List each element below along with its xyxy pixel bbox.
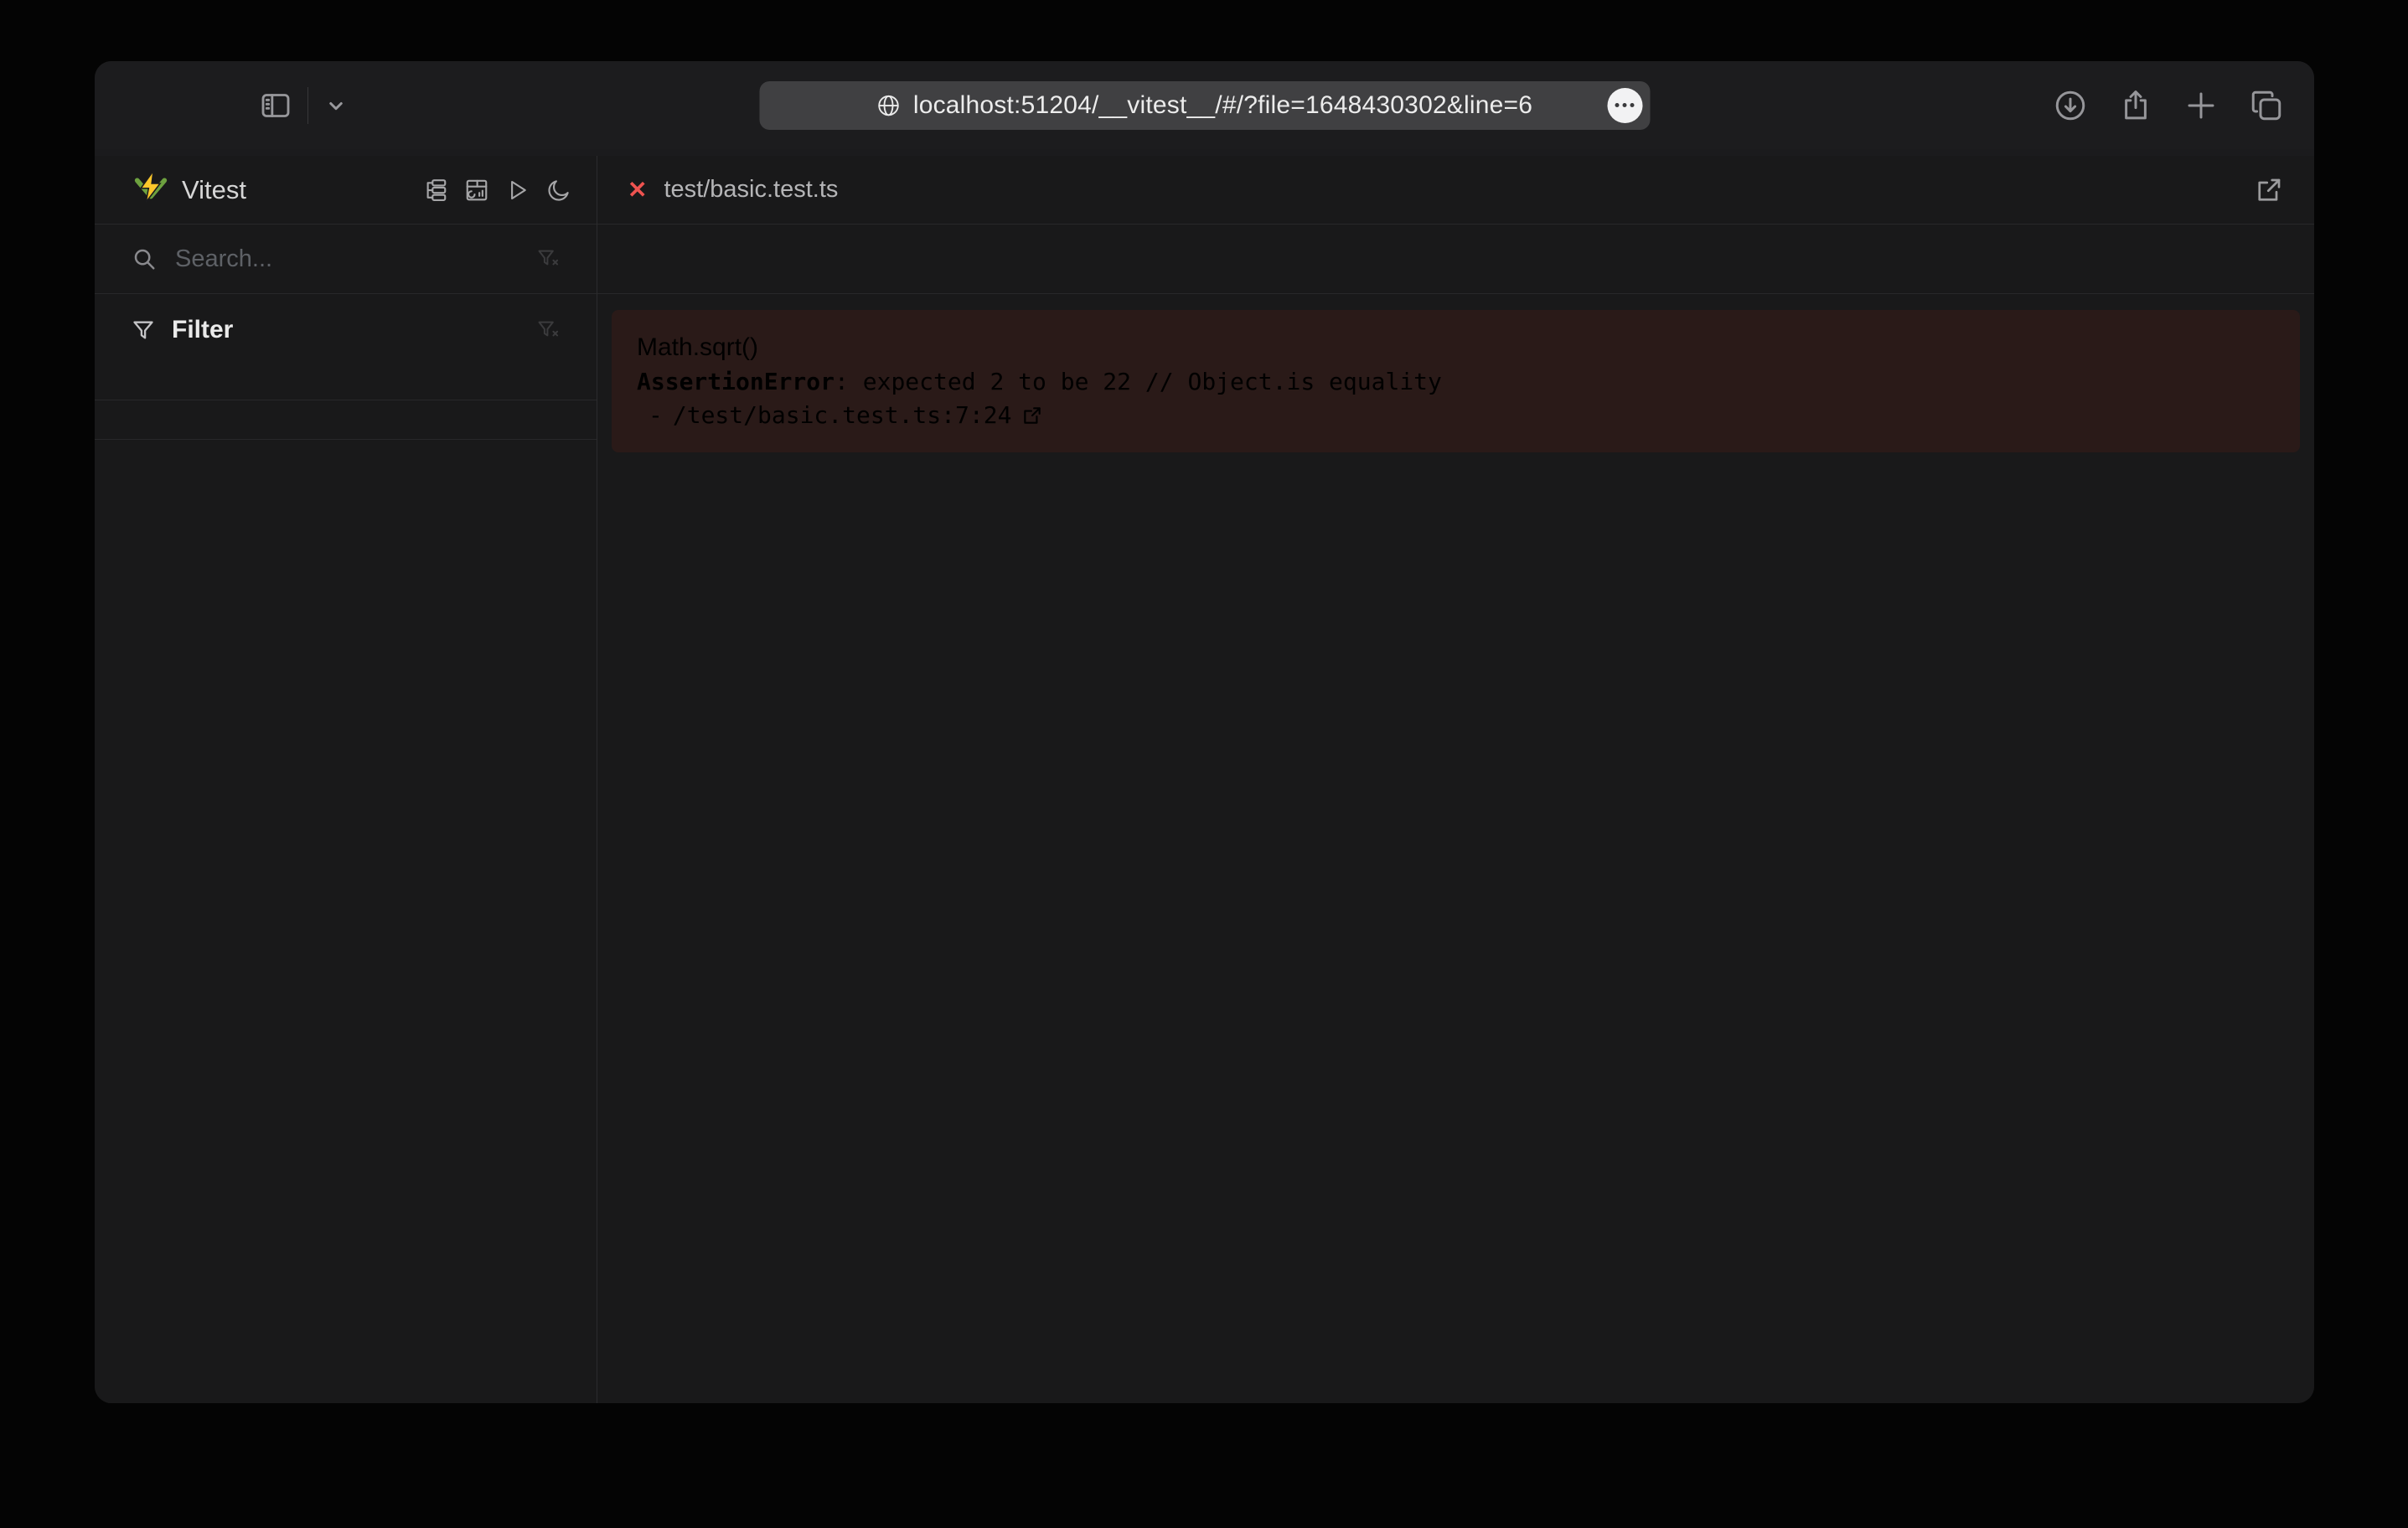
zoom-window-button[interactable] [214, 96, 234, 116]
new-tab-icon[interactable] [2183, 88, 2219, 123]
error-name: AssertionError [637, 368, 835, 395]
url-bar[interactable]: localhost:51204/__vitest__/#/?file=16484… [759, 81, 1650, 130]
clear-search-filter-icon[interactable] [536, 247, 560, 271]
sidebar: Vitest [95, 156, 597, 1403]
view-tabs [597, 225, 2314, 294]
error-message: expected 2 to be 22 // Object.is equalit… [863, 368, 1442, 395]
downloads-icon[interactable] [2053, 88, 2088, 123]
toolbar-chevron-down-icon[interactable] [323, 93, 349, 118]
stack-link-line[interactable]: - /test/basic.test.ts:7:24 [637, 399, 2275, 432]
error-panel: Math.sqrt() AssertionError: expected 2 t… [612, 310, 2300, 452]
dark-mode-toggle-icon[interactable] [546, 178, 571, 203]
search-input[interactable] [175, 245, 518, 273]
open-in-editor-icon[interactable] [2254, 175, 2284, 205]
file-tab-label: test/basic.test.ts [664, 176, 838, 204]
url-text: localhost:51204/__vitest__/#/?file=16484… [913, 91, 1532, 120]
open-file-tab[interactable]: ✕ test/basic.test.ts [597, 156, 2314, 225]
filter-title: Filter [172, 316, 233, 344]
share-icon[interactable] [2118, 88, 2153, 123]
globe-icon [876, 93, 902, 118]
app-title: Vitest [182, 175, 246, 205]
browser-window: localhost:51204/__vitest__/#/?file=16484… [95, 61, 2314, 1403]
toolbar-divider [307, 87, 308, 124]
minimize-window-button[interactable] [171, 96, 191, 116]
tab-overview-icon[interactable] [2249, 88, 2284, 123]
run-all-icon[interactable] [505, 178, 530, 203]
report-view: Math.sqrt() AssertionError: expected 2 t… [597, 294, 2314, 1403]
filter-section: Filter [95, 294, 597, 400]
page-settings-button[interactable] [1607, 88, 1642, 123]
filter-icon [132, 318, 155, 342]
test-tree [95, 440, 597, 1403]
vitest-logo [132, 168, 170, 211]
traffic-lights [128, 61, 234, 149]
close-window-button[interactable] [128, 96, 148, 116]
main-panel: ✕ test/basic.test.ts Math.sqrt() Asserti… [597, 156, 2314, 1403]
stack-file-link[interactable]: /test/basic.test.ts:7:24 [673, 399, 1012, 432]
error-message-line: AssertionError: expected 2 to be 22 // O… [637, 365, 2275, 399]
collapse-tree-icon[interactable] [423, 178, 448, 203]
failed-test-name: Math.sqrt() [637, 330, 2275, 365]
test-summary [95, 400, 597, 440]
search-icon [132, 246, 157, 271]
close-tab-icon[interactable]: ✕ [628, 176, 647, 204]
browser-toolbar: localhost:51204/__vitest__/#/?file=16484… [95, 61, 2314, 149]
sidebar-toggle-icon[interactable] [259, 89, 292, 122]
dashboard-icon[interactable] [464, 178, 489, 203]
test-progress-bar [95, 149, 2314, 156]
clear-filter-icon[interactable] [536, 318, 560, 342]
external-link-icon[interactable] [1021, 405, 1043, 426]
